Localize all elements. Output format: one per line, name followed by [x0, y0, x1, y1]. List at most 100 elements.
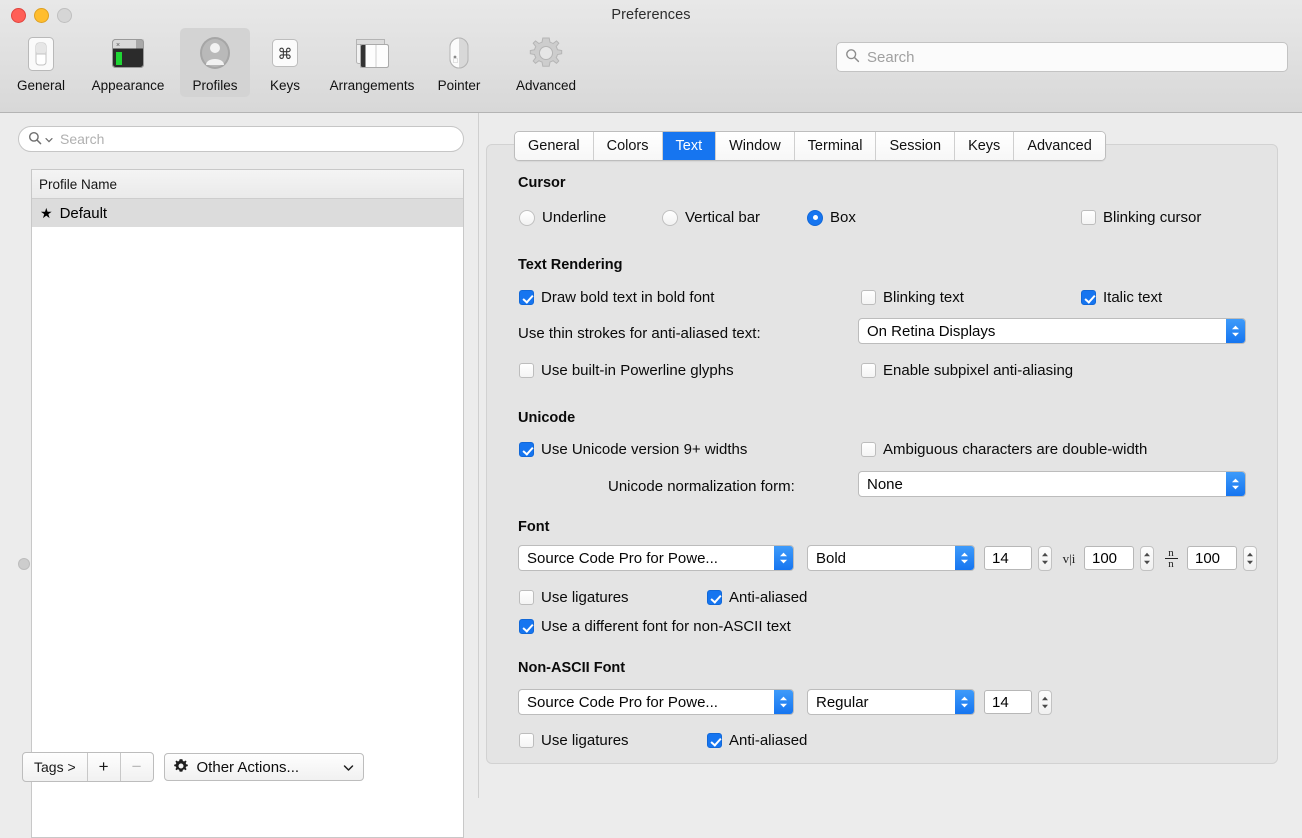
- checkbox-label: Blinking text: [883, 289, 964, 306]
- checkbox-icon-checked: [707, 733, 722, 748]
- table-row[interactable]: ★ Default: [32, 199, 463, 227]
- radio-cursor-vertical-bar[interactable]: Vertical bar: [662, 209, 760, 226]
- other-actions-popup-button[interactable]: Other Actions...: [163, 753, 364, 781]
- popup-non-ascii-font-style[interactable]: Regular: [807, 689, 975, 715]
- toolbar-item-label: General: [16, 78, 66, 93]
- toolbar-item-pointer[interactable]:  Pointer: [424, 28, 494, 97]
- checkbox-label: Draw bold text in bold font: [541, 289, 715, 306]
- field-vertical-spacing[interactable]: 100: [1187, 546, 1237, 570]
- checkbox-different-font-non-ascii[interactable]: Use a different font for non-ASCII text: [519, 618, 791, 635]
- checkbox-italic-text[interactable]: Italic text: [1081, 289, 1162, 306]
- checkbox-icon-checked: [519, 442, 534, 457]
- checkbox-blinking-text[interactable]: Blinking text: [861, 289, 964, 306]
- tags-button[interactable]: Tags >: [23, 753, 88, 781]
- svg-text:: : [453, 58, 458, 65]
- popup-value: On Retina Displays: [867, 322, 996, 340]
- field-horizontal-spacing[interactable]: 100: [1084, 546, 1134, 570]
- checkbox-label: Use ligatures: [541, 589, 629, 606]
- tab-window[interactable]: Window: [716, 132, 795, 160]
- checkbox-icon: [519, 733, 534, 748]
- stepper-vertical-spacing[interactable]: [1243, 546, 1257, 571]
- checkbox-font-antialiased[interactable]: Anti-aliased: [707, 589, 807, 606]
- checkbox-font-ligatures[interactable]: Use ligatures: [519, 589, 629, 606]
- checkbox-label: Italic text: [1103, 289, 1163, 306]
- profiles-search-field[interactable]: [18, 126, 464, 152]
- chevron-down-icon: [325, 760, 354, 775]
- checkbox-unicode-version-9[interactable]: Use Unicode version 9+ widths: [519, 441, 747, 458]
- radio-cursor-box[interactable]: Box: [807, 209, 856, 226]
- radio-icon-selected: [807, 209, 823, 226]
- checkbox-icon: [519, 590, 534, 605]
- add-profile-button[interactable]: +: [88, 753, 121, 781]
- label-thin-strokes: Use thin strokes for anti-aliased text:: [518, 325, 761, 342]
- checkbox-label: Anti-aliased: [729, 589, 808, 606]
- popup-thin-strokes[interactable]: On Retina Displays: [858, 318, 1246, 344]
- tab-general[interactable]: General: [515, 132, 594, 160]
- advanced-gear-icon: [524, 34, 568, 74]
- popup-unicode-normalization[interactable]: None: [858, 471, 1246, 497]
- field-non-ascii-font-size[interactable]: 14: [984, 690, 1032, 714]
- popup-value: None: [867, 475, 903, 493]
- checkbox-powerline-glyphs[interactable]: Use built-in Powerline glyphs: [519, 362, 734, 379]
- checkbox-non-ascii-ligatures[interactable]: Use ligatures: [519, 732, 629, 749]
- split-view-resize-handle[interactable]: [18, 558, 30, 570]
- toolbar-item-arrangements[interactable]: Arrangements: [320, 28, 424, 97]
- tab-session[interactable]: Session: [876, 132, 956, 160]
- label-unicode-normalization: Unicode normalization form:: [608, 478, 795, 495]
- checkbox-label: Use a different font for non-ASCII text: [541, 618, 791, 635]
- checkbox-ambiguous-double-width[interactable]: Ambiguous characters are double-width: [861, 441, 1147, 458]
- stepper-font-size[interactable]: [1038, 546, 1052, 571]
- arrangements-windows-icon: [350, 34, 394, 74]
- tab-advanced[interactable]: Advanced: [1014, 132, 1105, 160]
- checkbox-label: Anti-aliased: [729, 732, 808, 749]
- radio-label: Box: [830, 209, 856, 226]
- toolbar-item-general[interactable]: General: [6, 28, 76, 97]
- horizontal-spacing-icon: v|i: [1062, 551, 1076, 566]
- toolbar-item-label: Advanced: [515, 78, 577, 93]
- radio-cursor-underline[interactable]: Underline: [519, 209, 606, 226]
- search-icon: [845, 48, 860, 66]
- toolbar-search-field[interactable]: [836, 42, 1288, 72]
- checkbox-label: Blinking cursor: [1103, 209, 1202, 226]
- radio-icon: [519, 209, 535, 226]
- profiles-bottom-toolbar: Tags > + − Other Actions...: [22, 752, 364, 782]
- section-title-unicode: Unicode: [518, 410, 576, 426]
- other-actions-label: Other Actions...: [196, 758, 300, 776]
- tab-keys[interactable]: Keys: [955, 132, 1015, 160]
- toolbar-item-advanced[interactable]: Advanced: [494, 28, 598, 97]
- toolbar-item-profiles[interactable]: Profiles: [180, 28, 250, 97]
- profiles-table: Profile Name ★ Default: [31, 169, 464, 838]
- popup-arrows-icon: [774, 690, 793, 714]
- popup-non-ascii-font-family[interactable]: Source Code Pro for Powe...: [518, 689, 794, 715]
- field-font-size[interactable]: 14: [984, 546, 1032, 570]
- checkbox-icon-checked: [519, 619, 534, 634]
- popup-arrows-icon: [955, 690, 974, 714]
- profiles-table-header[interactable]: Profile Name: [32, 170, 463, 199]
- profiles-search-input[interactable]: [60, 131, 454, 147]
- radio-label: Underline: [542, 209, 607, 226]
- toolbar-item-keys[interactable]: ⌘ Keys: [250, 28, 320, 97]
- popup-font-family[interactable]: Source Code Pro for Powe...: [518, 545, 794, 571]
- stepper-horizontal-spacing[interactable]: [1140, 546, 1154, 571]
- text-tab-panel: Cursor Underline Vertical bar Box Blinki…: [486, 144, 1278, 764]
- toolbar-item-appearance[interactable]: × Appearance: [76, 28, 180, 97]
- tab-text[interactable]: Text: [662, 132, 717, 160]
- tab-terminal[interactable]: Terminal: [794, 132, 877, 160]
- checkbox-label: Enable subpixel anti-aliasing: [883, 362, 1074, 379]
- radio-label: Vertical bar: [685, 209, 761, 226]
- checkbox-draw-bold-text[interactable]: Draw bold text in bold font: [519, 289, 714, 306]
- tab-colors[interactable]: Colors: [593, 132, 663, 160]
- popup-font-style[interactable]: Bold: [807, 545, 975, 571]
- chevron-down-icon[interactable]: [45, 132, 53, 147]
- stepper-non-ascii-font-size[interactable]: [1038, 690, 1052, 715]
- toolbar-search-input[interactable]: [867, 48, 1279, 66]
- window-title: Preferences: [611, 7, 691, 23]
- checkbox-subpixel-antialiasing[interactable]: Enable subpixel anti-aliasing: [861, 362, 1073, 379]
- toolbar-item-label: Arrangements: [329, 78, 415, 93]
- checkbox-label: Ambiguous characters are double-width: [883, 441, 1148, 458]
- checkbox-blinking-cursor[interactable]: Blinking cursor: [1081, 209, 1201, 226]
- preferences-toolbar: General × Appearance Profiles ⌘ Keys Arr…: [6, 28, 598, 97]
- checkbox-non-ascii-antialiased[interactable]: Anti-aliased: [707, 732, 807, 749]
- section-title-font: Font: [518, 519, 550, 535]
- section-title-text-rendering: Text Rendering: [518, 257, 623, 273]
